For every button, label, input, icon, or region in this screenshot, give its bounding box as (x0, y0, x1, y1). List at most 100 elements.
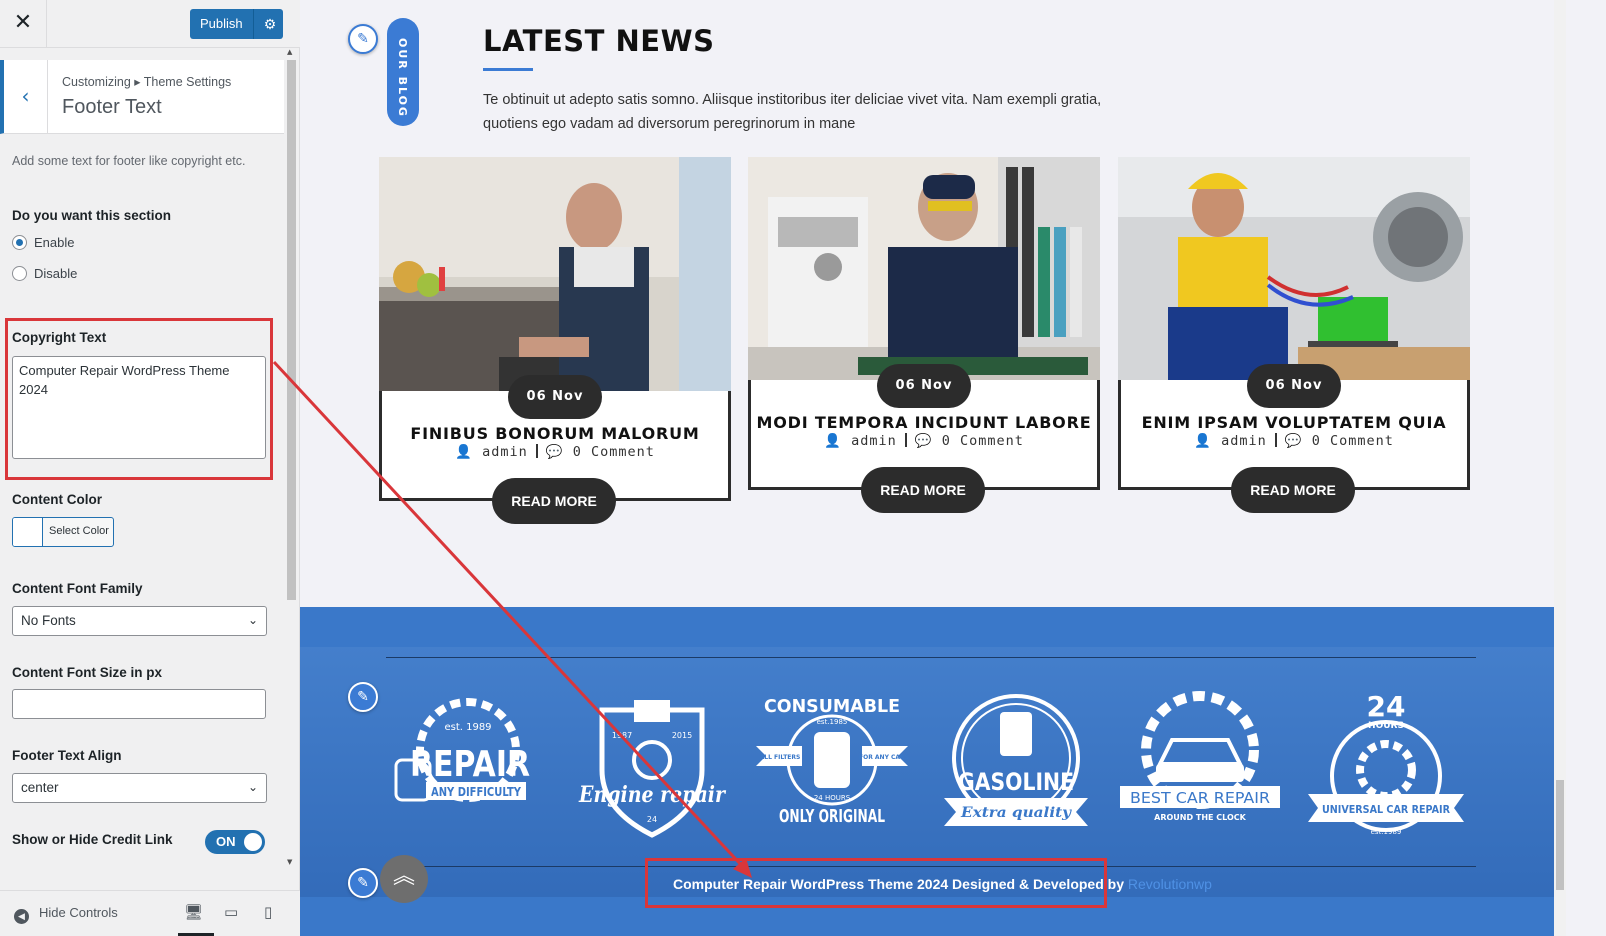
edit-shortcut-icon[interactable]: ✎ (348, 24, 378, 54)
select-color-button[interactable]: Select Color (12, 517, 114, 547)
logo-text: Extra quality (960, 805, 1072, 821)
user-icon: 👤 (1194, 433, 1212, 449)
sidebar-scrollbar[interactable]: ▲ ▼ (286, 48, 296, 890)
tablet-preview-icon[interactable]: ▭ (224, 903, 238, 921)
footer-credit-text: Computer Repair WordPress Theme 2024 Des… (673, 876, 1212, 892)
scroll-down-icon[interactable]: ▼ (287, 858, 292, 866)
back-icon[interactable]: ‹ (4, 60, 48, 134)
credit-toggle[interactable]: ON (205, 830, 265, 854)
hide-controls-button[interactable]: ◀ Hide Controls (14, 905, 118, 924)
universal-car-repair-logo: 24 HOURS UNIVERSAL CAR REPAIR est.1989 (1308, 690, 1464, 836)
color-swatch (13, 518, 43, 546)
radio-disable-input[interactable] (12, 266, 27, 281)
comment-count[interactable]: 0 Comment (1312, 433, 1394, 449)
comment-count[interactable]: 0 Comment (942, 433, 1024, 449)
edit-shortcut-icon[interactable]: ✎ (348, 682, 378, 712)
meta-divider (904, 433, 907, 447)
news-card-meta: 👤 admin 💬 0 Comment (748, 433, 1100, 449)
edit-shortcut-icon[interactable]: ✎ (348, 868, 378, 898)
font-family-value: No Fonts (21, 613, 76, 628)
logo-text: FOR ANY CARS (859, 754, 909, 761)
user-icon: 👤 (455, 444, 473, 460)
comment-icon: 💬 (1284, 433, 1303, 449)
publish-label: Publish (200, 16, 243, 31)
copyright-label: Copyright Text (12, 330, 107, 345)
close-icon[interactable]: ✕ (0, 0, 47, 47)
news-card-image[interactable] (1118, 157, 1470, 380)
logo-text: est.1989 (1371, 828, 1402, 836)
comment-count[interactable]: 0 Comment (573, 444, 655, 460)
logo-text: UNIVERSAL CAR REPAIR (1322, 803, 1450, 816)
logo-text: 1987 (612, 731, 632, 740)
logo-text: ALL FILTERS (760, 754, 801, 761)
scroll-to-top-button[interactable]: ︽ (380, 855, 428, 903)
text-align-select[interactable]: center ⌄ (12, 773, 267, 803)
our-blog-label: OUR BLOG (396, 38, 409, 118)
credit-toggle-state: ON (216, 834, 236, 849)
news-card-title[interactable]: ENIM IPSAM VOLUPTATEM QUIA (1118, 413, 1470, 432)
desktop-preview-icon[interactable]: 🖥 (184, 903, 203, 921)
news-card-title[interactable]: MODI TEMPORA INCIDUNT LABORE (748, 413, 1100, 432)
preview-scroll-thumb[interactable] (1556, 780, 1564, 890)
author-name[interactable]: admin (482, 444, 528, 460)
news-card-image[interactable] (748, 157, 1100, 380)
logo-text: CONSUMABLE (764, 696, 900, 717)
section-toggle-label: Do you want this section (12, 208, 172, 223)
radio-enable[interactable]: Enable (12, 235, 74, 250)
text-align-value: center (21, 780, 59, 795)
read-more-button[interactable]: READ MORE (492, 478, 616, 524)
chevron-down-icon: ⌄ (247, 780, 258, 794)
logo-text: 24 (1367, 690, 1406, 723)
chevron-down-icon: ⌄ (247, 613, 258, 627)
best-car-repair-logo: BEST CAR REPAIR AROUND THE CLOCK (1120, 691, 1280, 822)
font-size-input[interactable] (12, 689, 266, 719)
font-family-label: Content Font Family (12, 581, 143, 596)
mobile-preview-icon[interactable]: ▯ (264, 903, 272, 921)
footer-credit: Computer Repair WordPress Theme 2024 Des… (673, 876, 1124, 892)
author-name[interactable]: admin (1221, 433, 1267, 449)
comment-icon: 💬 (545, 444, 564, 460)
news-card-meta: 👤 admin 💬 0 Comment (379, 444, 731, 460)
publish-button[interactable]: Publish ⚙ (190, 9, 283, 39)
radio-enable-input[interactable] (12, 235, 27, 250)
date-badge: 06 Nov (877, 364, 971, 408)
read-more-button[interactable]: READ MORE (861, 467, 985, 513)
copyright-textarea[interactable]: Computer Repair WordPress Theme 2024 (12, 356, 266, 459)
collapse-icon: ◀ (14, 909, 29, 924)
logo-text: 24 HOURS (814, 794, 851, 802)
scroll-up-icon[interactable]: ▲ (287, 48, 292, 56)
font-family-select[interactable]: No Fonts ⌄ (12, 606, 267, 636)
gasoline-logo: GASOLINE Extra quality (944, 694, 1088, 826)
radio-disable[interactable]: Disable (12, 266, 77, 281)
preview-scrollbar[interactable] (1554, 0, 1566, 936)
latest-news-title: LATEST NEWS (483, 24, 715, 58)
radio-disable-label: Disable (34, 266, 78, 281)
news-card-title[interactable]: FINIBUS BONORUM MALORUM (379, 424, 731, 443)
section-title: Footer Text (62, 96, 162, 118)
customizer-footer: ◀ Hide Controls 🖥 ▭ ▯ (0, 890, 300, 936)
hide-controls-label: Hide Controls (39, 905, 118, 920)
publish-divider (253, 9, 254, 39)
text-align-label: Footer Text Align (12, 748, 122, 763)
news-card-image[interactable] (379, 157, 731, 391)
user-icon: 👤 (824, 433, 842, 449)
customizer-controls: ‹ Customizing ▸ Theme Settings Footer Te… (0, 48, 284, 890)
logo-text: 24 (647, 815, 657, 824)
consumable-logo: CONSUMABLE est.1985 ALL FILTERS FOR ANY … (756, 696, 909, 827)
engine-repair-logo: 1987 2015 Engine repair 24 (578, 700, 726, 838)
meta-divider (535, 444, 538, 458)
content-color-label: Content Color (12, 492, 102, 507)
select-color-label: Select Color (49, 525, 109, 537)
gear-icon[interactable]: ⚙ (260, 9, 280, 39)
sidebar-scroll-thumb[interactable] (287, 60, 296, 600)
meta-divider (1274, 433, 1277, 447)
footer-credit-link[interactable]: Revolutionwp (1128, 876, 1212, 892)
author-name[interactable]: admin (851, 433, 897, 449)
read-more-button[interactable]: READ MORE (1231, 467, 1355, 513)
our-blog-pill: OUR BLOG (387, 18, 419, 126)
site-preview: ✎ OUR BLOG LATEST NEWS Te obtinuit ut ad… (300, 0, 1606, 936)
customizer-sidebar: ✕ Publish ⚙ ‹ Customizing ▸ Theme Settin… (0, 0, 300, 936)
radio-enable-label: Enable (34, 235, 75, 250)
customizer-header: ✕ Publish ⚙ (0, 0, 300, 48)
logo-text: REPAIR (410, 744, 530, 785)
